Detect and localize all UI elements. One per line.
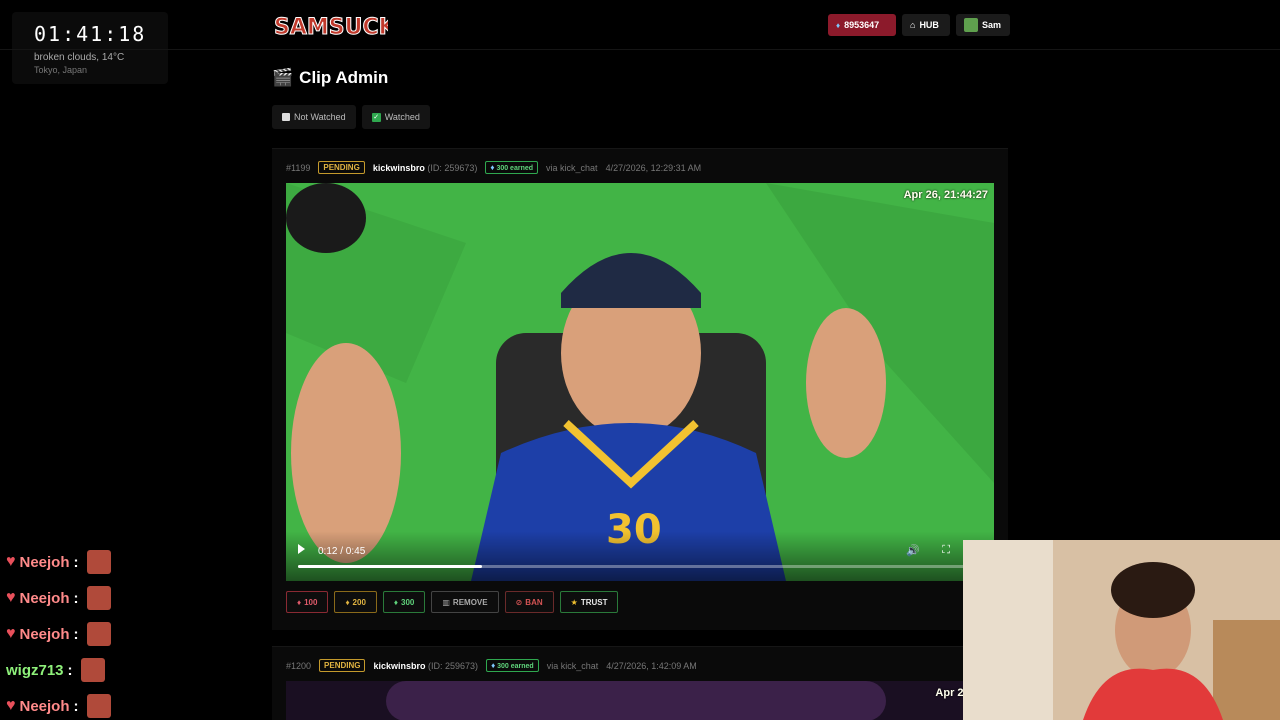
location-text: Tokyo, Japan	[34, 65, 88, 75]
clip-card: #1199 PENDING kickwinsbro (ID: 259673) ♦…	[272, 148, 1008, 630]
filter-label: Watched	[384, 112, 420, 122]
emote-icon	[86, 586, 111, 610]
chat-message: ♥ Neejoh:	[6, 544, 111, 580]
clip-date: 4/27/2026, 12:29:31 AM	[605, 162, 702, 173]
earned-badge: ♦ 300 earned	[486, 659, 539, 672]
clip-date: 4/27/2026, 1:42:09 AM	[606, 660, 697, 671]
gem-icon: ♦	[345, 597, 350, 607]
video-frame: 30	[286, 183, 994, 581]
heart-icon: ♥	[6, 589, 16, 606]
chat-username: wigz713	[6, 661, 64, 679]
home-icon: ⌂	[910, 20, 916, 30]
checkmark-icon: ✓	[371, 112, 381, 122]
site-logo[interactable]: SAMSUCKS	[272, 6, 413, 44]
award-200-button[interactable]: ♦ 200	[334, 591, 377, 613]
user-name: Sam	[982, 20, 1002, 30]
remove-label: REMOVE	[452, 597, 488, 607]
avatar	[964, 18, 978, 32]
emote-icon	[86, 550, 111, 574]
heart-icon: ♥	[6, 625, 16, 642]
seek-bar[interactable]	[298, 565, 978, 568]
chat-message: wigz713:	[6, 652, 111, 688]
earned-badge: ♦ 300 earned	[485, 161, 539, 174]
page-title: 🎬 Clip Admin	[272, 68, 388, 88]
video-frame	[386, 681, 886, 720]
earned-text: 300 earned	[497, 663, 534, 670]
volume-icon[interactable]: 🔊	[906, 544, 920, 557]
remove-button[interactable]: ▥ REMOVE	[431, 591, 499, 613]
clapperboard-icon: 🎬	[272, 68, 294, 87]
chat-message: ♥ Neejoh:	[6, 616, 111, 652]
filter-not-watched[interactable]: Not Watched	[272, 105, 356, 129]
weather-text: broken clouds, 14°C	[34, 52, 125, 63]
clip-card: #1200 PENDING kickwinsbro (ID: 259673) ♦…	[272, 646, 1008, 720]
hub-button[interactable]: ⌂ HUB	[902, 14, 950, 36]
gem-icon: ♦	[393, 597, 398, 607]
filter-tabs: Not Watched ✓ Watched	[272, 105, 430, 129]
status-badge: PENDING	[319, 659, 366, 672]
award-100-label: 100	[304, 597, 318, 607]
emote-icon	[80, 658, 105, 682]
clip-meta: #1199 PENDING kickwinsbro (ID: 259673) ♦…	[286, 161, 701, 174]
clip-meta: #1200 PENDING kickwinsbro (ID: 259673) ♦…	[286, 659, 697, 672]
award-100-button[interactable]: ♦ 100	[286, 591, 329, 613]
ban-icon: ⊘	[515, 597, 523, 607]
chat-username: Neejoh	[19, 625, 70, 643]
filter-label: Not Watched	[294, 112, 346, 122]
clip-user[interactable]: kickwinsbro	[373, 661, 425, 671]
clip-id: #1199	[286, 162, 311, 173]
trash-icon: ▥	[442, 597, 450, 607]
seek-bar-fill	[298, 565, 482, 568]
fullscreen-icon[interactable]: ⛶	[942, 544, 950, 557]
award-200-label: 200	[352, 597, 366, 607]
filter-watched[interactable]: ✓ Watched	[361, 105, 430, 129]
video-player[interactable]: 30 Apr 26, 21:44:27 0:12 / 0:45 🔊 ⛶	[286, 183, 994, 581]
user-menu-button[interactable]: Sam	[956, 14, 1010, 36]
emote-icon	[86, 694, 111, 718]
star-icon: ★	[570, 597, 578, 607]
page-title-text: Clip Admin	[299, 68, 389, 87]
svg-text:SAMSUCKS: SAMSUCKS	[274, 15, 388, 40]
clip-actions: ♦ 100 ♦ 200 ♦ 300 ▥ REMOVE ⊘ BAN ★ TRUST	[286, 591, 619, 613]
trust-button[interactable]: ★ TRUST	[559, 591, 619, 613]
gem-icon: ♦	[836, 20, 841, 30]
play-icon[interactable]	[298, 544, 305, 554]
heart-icon: ♥	[6, 697, 16, 714]
checkbox-empty-icon	[282, 113, 290, 121]
clip-source: via kick_chat	[546, 660, 599, 671]
chat-username: Neejoh	[19, 553, 70, 571]
ban-button[interactable]: ⊘ BAN	[504, 591, 554, 613]
trust-label: TRUST	[580, 597, 608, 607]
webcam-overlay	[963, 540, 1280, 720]
clip-user-id: (ID: 259673)	[427, 162, 478, 173]
chat-message: ♥ Neejoh:	[6, 580, 111, 616]
clip-user[interactable]: kickwinsbro	[373, 163, 425, 173]
award-300-button[interactable]: ♦ 300	[382, 591, 426, 613]
status-badge: PENDING	[318, 161, 365, 174]
gem-icon: ♦	[297, 597, 302, 607]
heart-icon: ♥	[6, 553, 16, 570]
award-300-label: 300	[401, 597, 415, 607]
clip-id: #1200	[286, 660, 312, 671]
video-controls: 0:12 / 0:45 🔊 ⛶	[286, 531, 994, 581]
chat-username: Neejoh	[19, 697, 70, 715]
video-time: 0:12 / 0:45	[318, 546, 366, 557]
top-bar: SAMSUCKS ♦ 8953647 ⌂ HUB Sam	[0, 0, 1280, 50]
clip-user-id: (ID: 259673)	[428, 660, 479, 671]
gems-balance-button[interactable]: ♦ 8953647	[828, 14, 896, 36]
gems-count: 8953647	[844, 20, 880, 30]
gem-icon: ♦	[490, 163, 495, 172]
earned-text: 300 earned	[496, 165, 534, 172]
chat-username: Neejoh	[19, 589, 70, 607]
ban-label: BAN	[525, 597, 543, 607]
video-timestamp: Apr 26, 21:44:27	[903, 189, 988, 201]
chat-overlay: ♥ Neejoh: ♥ Neejoh: ♥ Neejoh: wigz713: ♥…	[6, 544, 111, 720]
webcam-frame	[963, 540, 1280, 720]
clip-source: via kick_chat	[546, 162, 598, 173]
hub-label: HUB	[919, 20, 939, 30]
video-player[interactable]: Apr 26, 23	[286, 681, 994, 720]
chat-message: ♥ Neejoh:	[6, 688, 111, 720]
emote-icon	[86, 622, 111, 646]
gem-icon: ♦	[491, 661, 496, 670]
